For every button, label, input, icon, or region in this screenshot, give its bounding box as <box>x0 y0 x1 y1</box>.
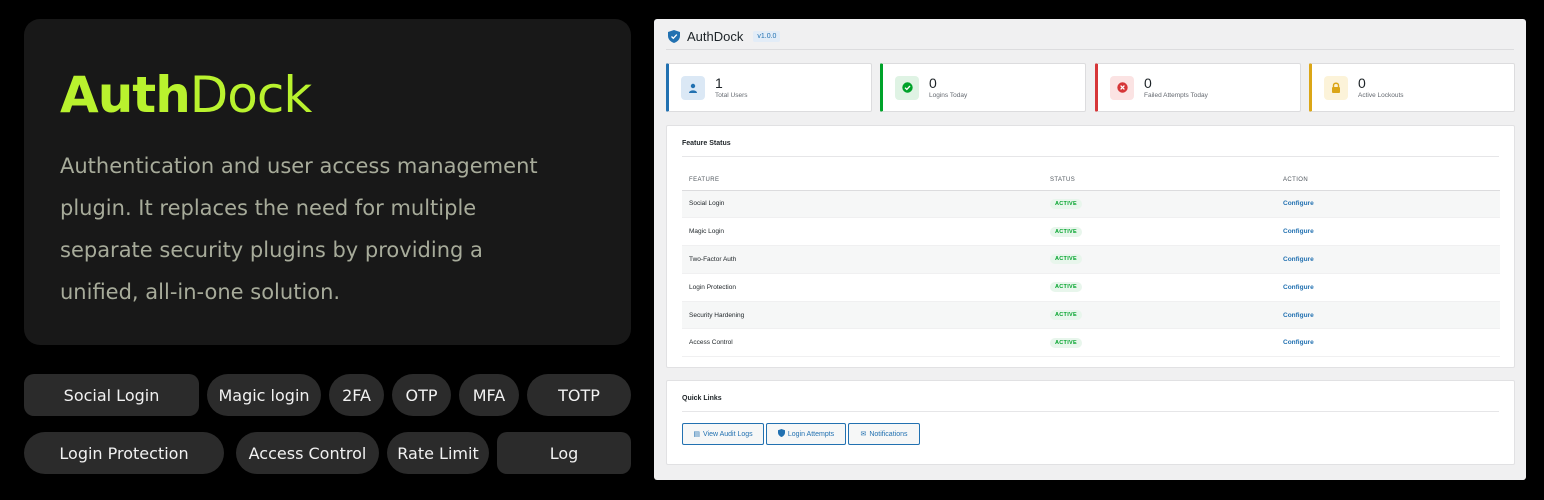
stat-value: 1 <box>715 75 723 91</box>
configure-link-security-hardening[interactable]: Configure <box>1283 312 1314 319</box>
feature-name: Login Protection <box>682 273 1043 302</box>
configure-link-access-control[interactable]: Configure <box>1283 339 1314 346</box>
feature-status-heading: Feature Status <box>682 140 731 147</box>
column-header-feature: FEATURE <box>682 170 1043 191</box>
tagline: Authentication and user access managemen… <box>60 154 538 304</box>
stat-logins-today: 0 Logins Today <box>880 63 1086 112</box>
stat-value: 0 <box>929 75 937 91</box>
table-row: Two-Factor Auth ACTIVE Configure <box>682 245 1500 274</box>
feature-name: Two-Factor Auth <box>682 245 1043 274</box>
notifications-button[interactable]: ✉ Notifications <box>848 423 920 445</box>
admin-panel: AuthDock v1.0.0 1 Total Users 0 Logins T… <box>654 19 1526 480</box>
tag-totp: TOTP <box>527 374 631 416</box>
lock-icon <box>1324 75 1348 100</box>
shield-icon <box>668 29 680 43</box>
button-label: Login Attempts <box>787 430 835 438</box>
feature-status-table: FEATURE STATUS ACTION Social Login ACTIV… <box>682 170 1500 358</box>
feature-status-box: Feature Status FEATURE STATUS ACTION Soc… <box>666 125 1515 368</box>
x-circle-icon <box>1110 75 1134 100</box>
configure-link-social-login[interactable]: Configure <box>1283 200 1314 207</box>
brand-logo: AuthDock <box>60 67 595 123</box>
section-divider <box>682 156 1499 157</box>
shield-icon <box>777 429 785 439</box>
stat-failed-attempts: 0 Failed Attempts Today <box>1095 63 1301 112</box>
stat-active-lockouts: 0 Active Lockouts <box>1309 63 1515 112</box>
status-badge: ACTIVE <box>1050 282 1082 293</box>
feature-name: Social Login <box>682 190 1043 219</box>
table-row: Login Protection ACTIVE Configure <box>682 273 1500 302</box>
brand-bold: Auth <box>60 66 191 124</box>
stat-label: Failed Attempts Today <box>1144 92 1208 99</box>
table-row: Social Login ACTIVE Configure <box>682 190 1500 219</box>
configure-link-login-protection[interactable]: Configure <box>1283 284 1314 291</box>
stat-label: Total Users <box>715 92 748 99</box>
status-badge: ACTIVE <box>1050 254 1082 265</box>
tag-2fa: 2FA <box>329 374 384 416</box>
version-badge: v1.0.0 <box>753 30 781 42</box>
tag-social-login: Social Login <box>24 374 199 416</box>
configure-link-two-factor[interactable]: Configure <box>1283 256 1314 263</box>
column-header-status: STATUS <box>1043 170 1276 191</box>
view-audit-logs-button[interactable]: ▤ View Audit Logs <box>682 423 764 445</box>
section-divider <box>682 411 1499 412</box>
stat-value: 0 <box>1144 75 1152 91</box>
list-icon: ▤ <box>693 431 700 438</box>
login-attempts-button[interactable]: Login Attempts <box>766 423 846 445</box>
status-badge: ACTIVE <box>1050 226 1082 237</box>
tag-rate-limit: Rate Limit <box>387 432 489 474</box>
stat-label: Logins Today <box>929 92 968 99</box>
stat-value: 0 <box>1358 75 1366 91</box>
feature-name: Magic Login <box>682 217 1043 247</box>
user-icon <box>681 75 705 100</box>
table-row: Security Hardening ACTIVE Configure <box>682 301 1500 330</box>
feature-name: Security Hardening <box>682 301 1043 330</box>
tag-access-control: Access Control <box>236 432 379 474</box>
header-divider <box>666 49 1514 50</box>
hero-card: AuthDock Authentication and user access … <box>24 19 631 345</box>
tag-mfa: MFA <box>459 374 519 416</box>
quick-links-heading: Quick Links <box>682 395 722 402</box>
admin-header: AuthDock v1.0.0 <box>668 25 781 47</box>
stat-label: Active Lockouts <box>1358 92 1404 99</box>
quick-links-box: Quick Links ▤ View Audit Logs Login Atte… <box>666 380 1515 465</box>
button-label: View Audit Logs <box>702 430 753 438</box>
tag-log: Log <box>497 432 631 474</box>
status-badge: ACTIVE <box>1050 310 1082 321</box>
brand-light: Dock <box>189 66 313 124</box>
table-row: Magic Login ACTIVE Configure <box>682 217 1500 247</box>
tag-otp: OTP <box>392 374 451 416</box>
feature-name: Access Control <box>682 328 1043 358</box>
stat-total-users: 1 Total Users <box>666 63 872 112</box>
column-header-action: ACTION <box>1276 170 1500 191</box>
admin-title: AuthDock <box>687 28 744 44</box>
status-badge: ACTIVE <box>1050 198 1082 209</box>
mail-icon: ✉ <box>860 431 867 438</box>
configure-link-magic-login[interactable]: Configure <box>1283 228 1314 235</box>
table-row: Access Control ACTIVE Configure <box>682 328 1500 358</box>
button-label: Notifications <box>869 430 908 438</box>
tag-magic-login: Magic login <box>207 374 321 416</box>
status-badge: ACTIVE <box>1050 337 1082 348</box>
tag-login-protection: Login Protection <box>24 432 224 474</box>
check-circle-icon <box>895 75 919 100</box>
